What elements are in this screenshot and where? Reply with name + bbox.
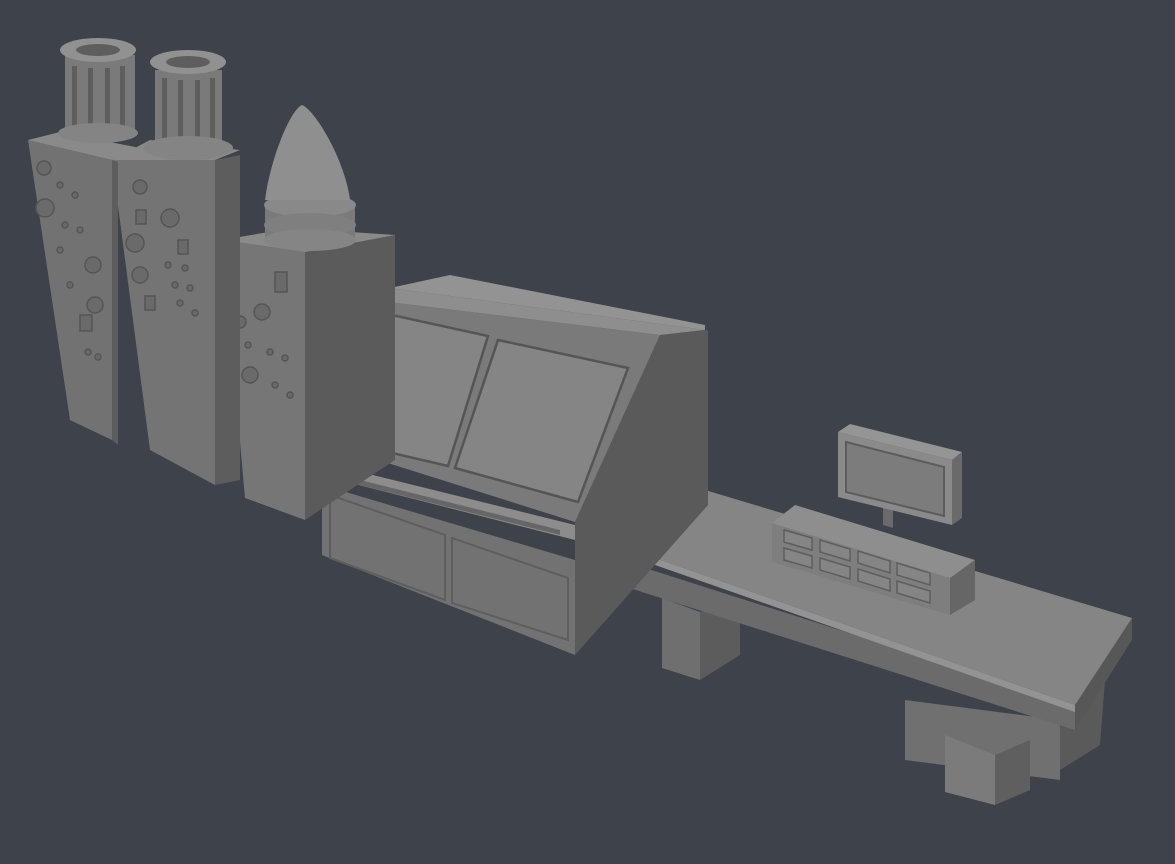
cabinet-with-cone [222, 105, 395, 520]
3d-viewport[interactable] [0, 0, 1175, 864]
scene-render [28, 38, 1132, 805]
desk-monitor [838, 424, 962, 528]
